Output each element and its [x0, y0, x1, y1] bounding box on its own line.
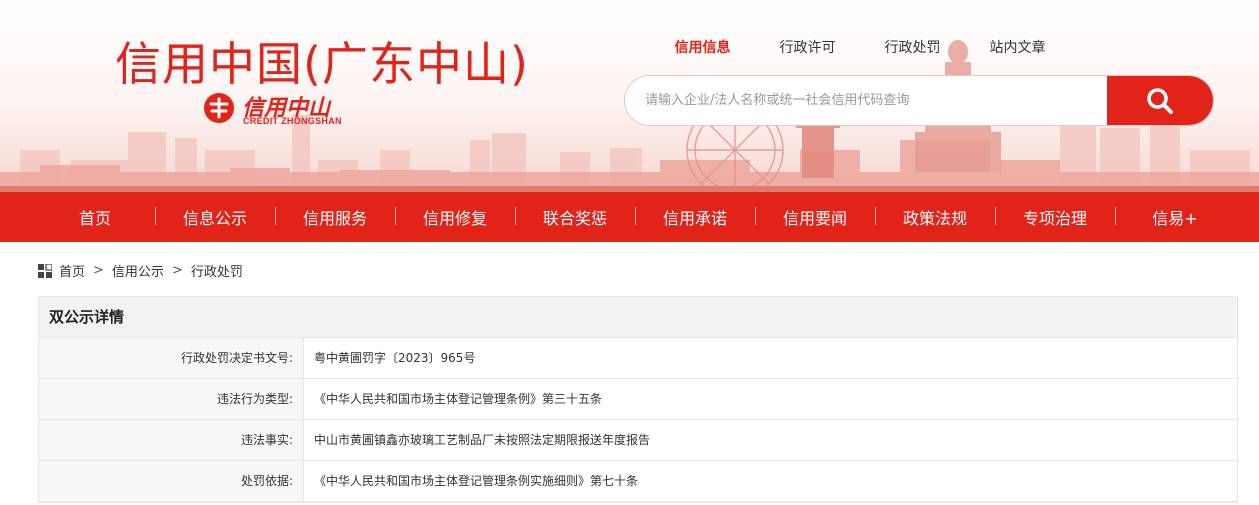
row-label: 行政处罚决定书文号:	[39, 338, 304, 378]
breadcrumb-separator: >	[171, 263, 183, 278]
breadcrumb-separator: >	[93, 263, 104, 278]
site-header: 信用中国(广东中山) 信用中山 CREDIT ZHONGSHAN 信用信息 行政…	[0, 0, 1259, 192]
table-row: 行政处罚决定书文号: 粤中黄圃罚字〔2023〕965号	[39, 338, 1237, 379]
search-icon	[1147, 87, 1173, 114]
site-title: 信用中国(广东中山)	[115, 37, 529, 91]
breadcrumb-credit-disclosure[interactable]: 信用公示	[112, 261, 164, 280]
table-row: 违法事实: 中山市黄圃镇鑫亦玻璃工艺制品厂未按照法定期限报送年度报告	[39, 420, 1237, 461]
breadcrumb-admin-penalty[interactable]: 行政处罚	[191, 261, 243, 280]
table-row: 处罚依据: 《中华人民共和国市场主体登记管理条例实施细则》第七十条	[39, 461, 1237, 502]
nav-item-policy-regulations[interactable]: 政策法规	[875, 205, 995, 229]
search-bar	[624, 75, 1214, 126]
logo-english-text: CREDIT ZHONGSHAN	[243, 116, 342, 126]
nav-item-credit-repair[interactable]: 信用修复	[395, 205, 515, 229]
breadcrumb: 首页 > 信用公示 > 行政处罚	[38, 261, 243, 280]
top-link-bar: 信用信息 行政许可 行政处罚 站内文章	[650, 37, 1070, 75]
detail-panel: 双公示详情 行政处罚决定书文号: 粤中黄圃罚字〔2023〕965号 违法行为类型…	[38, 296, 1238, 503]
main-nav: 首页 信息公示 信用服务 信用修复 联合奖惩 信用承诺 信用要闻 政策法规 专项…	[0, 192, 1259, 242]
row-value: 粤中黄圃罚字〔2023〕965号	[314, 351, 476, 365]
nav-item-xinyi-plus[interactable]: 信易+	[1115, 205, 1235, 229]
nav-item-credit-service[interactable]: 信用服务	[275, 205, 395, 229]
grid-icon	[38, 263, 52, 278]
top-link-admin-license[interactable]: 行政许可	[755, 37, 860, 57]
nav-item-joint-reward-punish[interactable]: 联合奖惩	[515, 205, 635, 229]
nav-item-credit-commitment[interactable]: 信用承诺	[635, 205, 755, 229]
breadcrumb-home[interactable]: 首页	[59, 261, 85, 280]
nav-item-info-disclosure[interactable]: 信息公示	[155, 205, 275, 229]
row-value: 《中华人民共和国市场主体登记管理条例》第三十五条	[314, 392, 603, 406]
top-link-credit-info[interactable]: 信用信息	[650, 37, 755, 75]
row-label: 违法事实:	[39, 420, 304, 460]
top-link-admin-penalty[interactable]: 行政处罚	[860, 37, 965, 57]
search-button[interactable]	[1107, 76, 1213, 125]
table-row: 违法行为类型: 《中华人民共和国市场主体登记管理条例》第三十五条	[39, 379, 1237, 420]
row-label: 违法行为类型:	[39, 379, 304, 419]
row-value: 《中华人民共和国市场主体登记管理条例实施细则》第七十条	[314, 474, 639, 488]
detail-panel-title: 双公示详情	[39, 297, 1237, 338]
nav-item-credit-news[interactable]: 信用要闻	[755, 205, 875, 229]
search-input[interactable]	[625, 76, 1107, 125]
row-label: 处罚依据:	[39, 461, 304, 501]
nav-item-special-governance[interactable]: 专项治理	[995, 205, 1115, 229]
nav-item-home[interactable]: 首页	[35, 205, 155, 229]
row-value: 中山市黄圃镇鑫亦玻璃工艺制品厂未按照法定期限报送年度报告	[314, 433, 651, 447]
top-link-site-articles[interactable]: 站内文章	[965, 37, 1070, 57]
site-logo[interactable]: 信用中山 CREDIT ZHONGSHAN	[202, 91, 362, 129]
credit-zhongshan-logo-icon	[204, 93, 234, 123]
